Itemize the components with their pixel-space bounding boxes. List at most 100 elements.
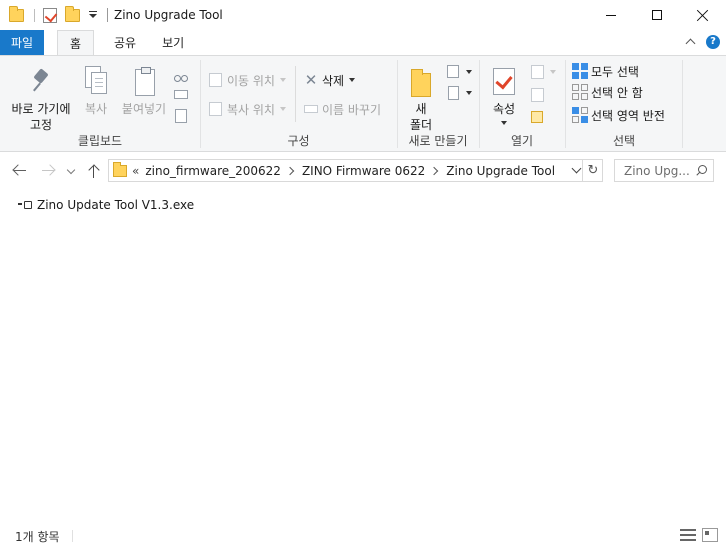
chevron-right-icon[interactable] xyxy=(430,166,439,175)
edit-button[interactable] xyxy=(530,85,549,105)
file-list: Zino Update Tool V1.3.exe xyxy=(0,190,726,523)
invert-selection-icon xyxy=(572,107,588,123)
delete-button[interactable]: ✕ 삭제 xyxy=(303,70,356,90)
forward-button[interactable] xyxy=(40,163,56,179)
customize-toolbar-dropdown-icon[interactable] xyxy=(88,10,98,20)
paste-shortcut-button[interactable] xyxy=(173,106,192,126)
new-folder-label-line1: 새 xyxy=(415,102,427,116)
select-group: 모두 선택 선택 안 함 선택 영역 반전 선택 xyxy=(566,56,682,152)
properties-dropdown-icon[interactable] xyxy=(501,121,507,125)
copy-button[interactable]: 복사 xyxy=(78,66,114,117)
select-none-icon xyxy=(572,84,588,100)
minimize-icon xyxy=(606,14,616,16)
window-controls xyxy=(588,0,726,30)
delete-label: 삭제 xyxy=(322,73,345,88)
new-folder-label-line2: 폴더 xyxy=(409,118,433,132)
back-button[interactable] xyxy=(12,163,28,179)
new-folder-quick-icon[interactable] xyxy=(65,5,80,22)
clipboard-group: 바로 가기에 고정 복사 붙여넣기 클립보드 xyxy=(0,56,200,152)
invert-selection-button[interactable]: 선택 영역 반전 xyxy=(572,105,665,125)
pin-icon xyxy=(25,66,57,98)
folder-icon xyxy=(113,161,127,177)
close-icon xyxy=(697,9,709,21)
refresh-button[interactable]: ↻ xyxy=(582,159,603,182)
delete-icon: ✕ xyxy=(304,71,318,89)
address-dropdown-icon[interactable] xyxy=(571,163,582,174)
file-item[interactable]: Zino Update Tool V1.3.exe xyxy=(18,196,194,214)
properties-label: 속성 xyxy=(492,102,516,116)
large-icons-view-icon[interactable] xyxy=(702,528,718,542)
item-count: 1개 항목 xyxy=(15,529,60,544)
close-button[interactable] xyxy=(680,0,726,30)
folder-icon[interactable] xyxy=(9,5,24,22)
move-to-icon xyxy=(208,72,224,88)
select-all-icon xyxy=(572,63,588,79)
move-to-button[interactable]: 이동 위치 xyxy=(208,70,286,90)
new-item-icon xyxy=(446,64,462,80)
view-switcher xyxy=(680,528,718,542)
title-bar: Zino Upgrade Tool xyxy=(0,0,726,30)
quick-access-toolbar xyxy=(0,0,102,30)
new-group: 새 폴더 새로 만들기 xyxy=(398,56,478,152)
new-folder-button[interactable]: 새 폴더 xyxy=(404,66,438,133)
new-folder-icon xyxy=(405,66,437,98)
help-icon[interactable]: ? xyxy=(706,35,720,49)
open-button[interactable] xyxy=(530,62,556,82)
rename-label: 이름 바꾸기 xyxy=(322,102,382,117)
clipboard-group-label: 클립보드 xyxy=(77,134,123,148)
pin-to-quick-access-button[interactable]: 바로 가기에 고정 xyxy=(6,66,76,133)
select-group-label: 선택 xyxy=(612,134,636,148)
divider xyxy=(682,60,683,148)
search-placeholder: Zino Upg... xyxy=(624,163,690,178)
copy-to-button[interactable]: 복사 위치 xyxy=(208,99,286,119)
select-all-label: 모두 선택 xyxy=(591,64,639,79)
tab-share[interactable]: 공유 xyxy=(102,30,148,55)
select-all-button[interactable]: 모두 선택 xyxy=(572,61,639,81)
breadcrumb-overflow[interactable]: « xyxy=(132,164,139,178)
tab-home[interactable]: 홈 xyxy=(57,30,94,55)
chevron-right-icon[interactable] xyxy=(285,166,295,175)
select-none-button[interactable]: 선택 안 함 xyxy=(572,82,643,102)
recent-locations-button[interactable] xyxy=(64,163,76,179)
open-group-label: 열기 xyxy=(510,134,534,148)
cut-button[interactable] xyxy=(173,64,192,84)
address-bar[interactable]: « zino_firmware_200622 ZINO Firmware 062… xyxy=(108,159,603,182)
scissors-icon xyxy=(173,66,189,82)
maximize-icon xyxy=(652,10,662,20)
search-box[interactable]: Zino Upg... xyxy=(614,159,714,182)
minimize-button[interactable] xyxy=(588,0,634,30)
breadcrumb-item[interactable]: zino_firmware_200622 xyxy=(145,164,281,178)
divider xyxy=(107,8,108,22)
copy-icon xyxy=(80,66,112,98)
pin-label-line2: 고정 xyxy=(29,118,53,132)
easy-access-button[interactable] xyxy=(446,83,472,103)
up-button[interactable] xyxy=(86,163,102,179)
organize-group-label: 구성 xyxy=(287,134,310,148)
ribbon: 바로 가기에 고정 복사 붙여넣기 클립보드 이동 위치 복사 위치 ✕ 삭제 … xyxy=(0,55,726,152)
properties-button[interactable]: 속성 xyxy=(486,66,522,125)
paste-label: 붙여넣기 xyxy=(121,102,167,116)
tab-file[interactable]: 파일 xyxy=(0,30,44,55)
move-to-label: 이동 위치 xyxy=(227,73,275,88)
paste-icon xyxy=(128,66,160,98)
breadcrumb-item[interactable]: ZINO Firmware 0622 xyxy=(302,164,425,178)
navigation-bar: « zino_firmware_200622 ZINO Firmware 062… xyxy=(0,152,726,190)
maximize-button[interactable] xyxy=(634,0,680,30)
divider xyxy=(34,8,35,22)
divider xyxy=(295,66,296,122)
paste-button[interactable]: 붙여넣기 xyxy=(118,66,170,117)
window-title: Zino Upgrade Tool xyxy=(114,8,223,22)
breadcrumb-item[interactable]: Zino Upgrade Tool xyxy=(446,164,555,178)
organize-group: 이동 위치 복사 위치 ✕ 삭제 이름 바꾸기 구성 xyxy=(201,56,396,152)
collapse-ribbon-icon[interactable] xyxy=(686,37,696,47)
new-item-button[interactable] xyxy=(446,62,472,82)
details-view-icon[interactable] xyxy=(680,528,696,542)
rename-button[interactable]: 이름 바꾸기 xyxy=(303,99,381,119)
copy-path-button[interactable] xyxy=(173,85,192,105)
history-button[interactable] xyxy=(530,108,549,128)
search-icon[interactable] xyxy=(694,164,708,178)
properties-quick-icon[interactable] xyxy=(43,7,57,23)
easy-access-icon xyxy=(446,85,462,101)
tab-view[interactable]: 보기 xyxy=(150,30,196,55)
divider xyxy=(71,530,73,542)
